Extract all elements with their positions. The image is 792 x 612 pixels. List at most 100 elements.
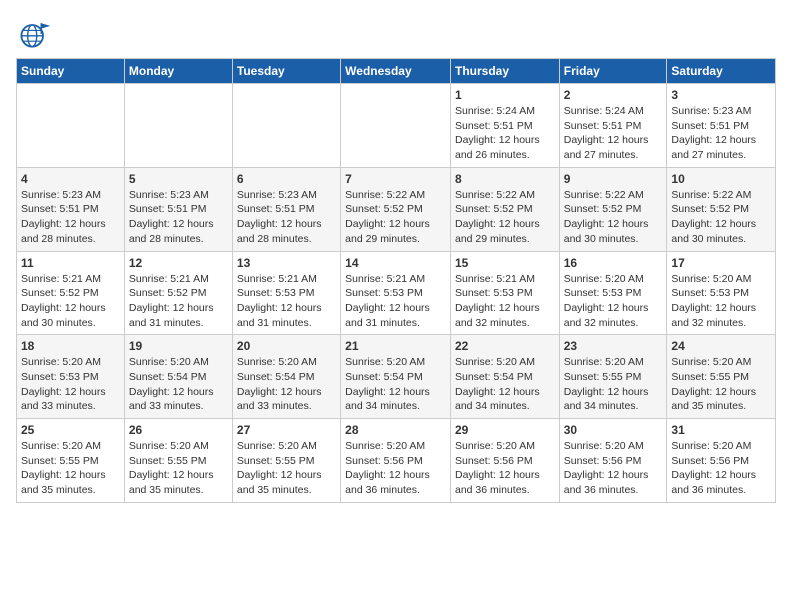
cell-day-number: 26 <box>129 423 228 437</box>
cell-day-number: 14 <box>345 256 446 270</box>
cell-day-number: 4 <box>21 172 120 186</box>
cell-info: Sunrise: 5:20 AM Sunset: 5:54 PM Dayligh… <box>455 355 555 414</box>
cell-day-number: 28 <box>345 423 446 437</box>
calendar-cell: 13Sunrise: 5:21 AM Sunset: 5:53 PM Dayli… <box>232 251 340 335</box>
cell-info: Sunrise: 5:20 AM Sunset: 5:56 PM Dayligh… <box>671 439 771 498</box>
cell-info: Sunrise: 5:20 AM Sunset: 5:56 PM Dayligh… <box>345 439 446 498</box>
cell-info: Sunrise: 5:20 AM Sunset: 5:54 PM Dayligh… <box>345 355 446 414</box>
week-row-3: 11 Sunrise: 5:21 AM Sunset: 5:52 PM Dayli… <box>17 251 776 335</box>
cell-day-number: 27 <box>237 423 336 437</box>
calendar-cell: 27 Sunrise: 5:20 AM Sunset: 5:55 PM Dayli… <box>232 419 340 503</box>
cell-info: Sunrise: 5:20 AM Sunset: 5:54 PM Dayligh… <box>237 355 336 414</box>
calendar-cell <box>232 84 340 168</box>
week-row-2: 4 Sunrise: 5:23 AM Sunset: 5:51 PM Daylig… <box>17 167 776 251</box>
cell-day-number: 1 <box>455 88 555 102</box>
calendar-cell: 18 Sunrise: 5:20 AM Sunset: 5:53 PM Dayli… <box>17 335 125 419</box>
col-header-friday: Friday <box>559 59 667 84</box>
logo <box>16 16 58 52</box>
cell-info: Sunrise: 5:22 AM Sunset: 5:52 PM Dayligh… <box>455 188 555 247</box>
cell-day-number: 18 <box>21 339 120 353</box>
cell-info: Sunrise: 5:20 AM Sunset: 5:53 PM Dayligh… <box>564 272 663 331</box>
col-header-sunday: Sunday <box>17 59 125 84</box>
calendar-cell: 16 Sunrise: 5:20 AM Sunset: 5:53 PM Dayli… <box>559 251 667 335</box>
cell-day-number: 2 <box>564 88 663 102</box>
cell-day-number: 15 <box>455 256 555 270</box>
calendar-cell <box>17 84 125 168</box>
calendar-cell: 17 Sunrise: 5:20 AM Sunset: 5:53 PM Dayli… <box>667 251 776 335</box>
calendar-cell: 2 Sunrise: 5:24 AM Sunset: 5:51 PM Daylig… <box>559 84 667 168</box>
cell-info: Sunrise: 5:21 AM Sunset: 5:53 PM Dayligh… <box>237 272 336 331</box>
cell-info: Sunrise: 5:23 AM Sunset: 5:51 PM Dayligh… <box>237 188 336 247</box>
cell-info: Sunrise: 5:24 AM Sunset: 5:51 PM Dayligh… <box>564 104 663 163</box>
col-header-wednesday: Wednesday <box>341 59 451 84</box>
cell-info: Sunrise: 5:23 AM Sunset: 5:51 PM Dayligh… <box>21 188 120 247</box>
cell-day-number: 25 <box>21 423 120 437</box>
cell-info: Sunrise: 5:22 AM Sunset: 5:52 PM Dayligh… <box>671 188 771 247</box>
cell-info: Sunrise: 5:24 AM Sunset: 5:51 PM Dayligh… <box>455 104 555 163</box>
cell-day-number: 30 <box>564 423 663 437</box>
cell-info: Sunrise: 5:20 AM Sunset: 5:56 PM Dayligh… <box>564 439 663 498</box>
cell-info: Sunrise: 5:20 AM Sunset: 5:55 PM Dayligh… <box>129 439 228 498</box>
calendar-cell: 7Sunrise: 5:22 AM Sunset: 5:52 PM Daylig… <box>341 167 451 251</box>
calendar-cell: 28 Sunrise: 5:20 AM Sunset: 5:56 PM Dayli… <box>341 419 451 503</box>
cell-day-number: 5 <box>129 172 228 186</box>
week-row-4: 18 Sunrise: 5:20 AM Sunset: 5:53 PM Dayli… <box>17 335 776 419</box>
cell-day-number: 11 <box>21 256 120 270</box>
calendar-cell: 30 Sunrise: 5:20 AM Sunset: 5:56 PM Dayli… <box>559 419 667 503</box>
calendar-cell: 24Sunrise: 5:20 AM Sunset: 5:55 PM Dayli… <box>667 335 776 419</box>
calendar-cell: 6 Sunrise: 5:23 AM Sunset: 5:51 PM Daylig… <box>232 167 340 251</box>
cell-day-number: 29 <box>455 423 555 437</box>
calendar-cell: 10 Sunrise: 5:22 AM Sunset: 5:52 PM Dayli… <box>667 167 776 251</box>
cell-day-number: 17 <box>671 256 771 270</box>
cell-info: Sunrise: 5:22 AM Sunset: 5:52 PM Dayligh… <box>345 188 446 247</box>
col-header-thursday: Thursday <box>450 59 559 84</box>
cell-info: Sunrise: 5:20 AM Sunset: 5:55 PM Dayligh… <box>564 355 663 414</box>
cell-info: Sunrise: 5:20 AM Sunset: 5:53 PM Dayligh… <box>671 272 771 331</box>
cell-info: Sunrise: 5:21 AM Sunset: 5:52 PM Dayligh… <box>129 272 228 331</box>
cell-day-number: 6 <box>237 172 336 186</box>
calendar-cell: 1 Sunrise: 5:24 AM Sunset: 5:51 PM Daylig… <box>450 84 559 168</box>
cell-info: Sunrise: 5:20 AM Sunset: 5:54 PM Dayligh… <box>129 355 228 414</box>
col-header-tuesday: Tuesday <box>232 59 340 84</box>
calendar-cell: 29 Sunrise: 5:20 AM Sunset: 5:56 PM Dayli… <box>450 419 559 503</box>
cell-info: Sunrise: 5:21 AM Sunset: 5:53 PM Dayligh… <box>455 272 555 331</box>
cell-info: Sunrise: 5:20 AM Sunset: 5:56 PM Dayligh… <box>455 439 555 498</box>
calendar-cell: 20Sunrise: 5:20 AM Sunset: 5:54 PM Dayli… <box>232 335 340 419</box>
cell-day-number: 8 <box>455 172 555 186</box>
calendar-cell: 23 Sunrise: 5:20 AM Sunset: 5:55 PM Dayli… <box>559 335 667 419</box>
calendar-cell: 21 Sunrise: 5:20 AM Sunset: 5:54 PM Dayli… <box>341 335 451 419</box>
cell-info: Sunrise: 5:20 AM Sunset: 5:55 PM Dayligh… <box>237 439 336 498</box>
calendar-cell: 15 Sunrise: 5:21 AM Sunset: 5:53 PM Dayli… <box>450 251 559 335</box>
cell-info: Sunrise: 5:20 AM Sunset: 5:55 PM Dayligh… <box>21 439 120 498</box>
cell-day-number: 19 <box>129 339 228 353</box>
cell-day-number: 10 <box>671 172 771 186</box>
calendar-cell: 8 Sunrise: 5:22 AM Sunset: 5:52 PM Daylig… <box>450 167 559 251</box>
calendar-cell <box>124 84 232 168</box>
cell-day-number: 23 <box>564 339 663 353</box>
cell-day-number: 3 <box>671 88 771 102</box>
cell-day-number: 12 <box>129 256 228 270</box>
cell-info: Sunrise: 5:21 AM Sunset: 5:53 PM Dayligh… <box>345 272 446 331</box>
calendar-cell: 9Sunrise: 5:22 AM Sunset: 5:52 PM Daylig… <box>559 167 667 251</box>
calendar-cell: 3 Sunrise: 5:23 AM Sunset: 5:51 PM Daylig… <box>667 84 776 168</box>
cell-info: Sunrise: 5:23 AM Sunset: 5:51 PM Dayligh… <box>671 104 771 163</box>
cell-day-number: 16 <box>564 256 663 270</box>
cell-day-number: 31 <box>671 423 771 437</box>
calendar-cell <box>341 84 451 168</box>
col-header-saturday: Saturday <box>667 59 776 84</box>
calendar-cell: 11 Sunrise: 5:21 AM Sunset: 5:52 PM Dayli… <box>17 251 125 335</box>
calendar-cell: 31 Sunrise: 5:20 AM Sunset: 5:56 PM Dayli… <box>667 419 776 503</box>
calendar-table: SundayMondayTuesdayWednesdayThursdayFrid… <box>16 58 776 503</box>
calendar-cell: 4 Sunrise: 5:23 AM Sunset: 5:51 PM Daylig… <box>17 167 125 251</box>
cell-info: Sunrise: 5:20 AM Sunset: 5:53 PM Dayligh… <box>21 355 120 414</box>
cell-day-number: 21 <box>345 339 446 353</box>
cell-info: Sunrise: 5:22 AM Sunset: 5:52 PM Dayligh… <box>564 188 663 247</box>
col-header-monday: Monday <box>124 59 232 84</box>
header-row: SundayMondayTuesdayWednesdayThursdayFrid… <box>17 59 776 84</box>
week-row-5: 25 Sunrise: 5:20 AM Sunset: 5:55 PM Dayli… <box>17 419 776 503</box>
cell-day-number: 22 <box>455 339 555 353</box>
cell-info: Sunrise: 5:21 AM Sunset: 5:52 PM Dayligh… <box>21 272 120 331</box>
calendar-cell: 12 Sunrise: 5:21 AM Sunset: 5:52 PM Dayli… <box>124 251 232 335</box>
week-row-1: 1 Sunrise: 5:24 AM Sunset: 5:51 PM Daylig… <box>17 84 776 168</box>
calendar-cell: 5Sunrise: 5:23 AM Sunset: 5:51 PM Daylig… <box>124 167 232 251</box>
